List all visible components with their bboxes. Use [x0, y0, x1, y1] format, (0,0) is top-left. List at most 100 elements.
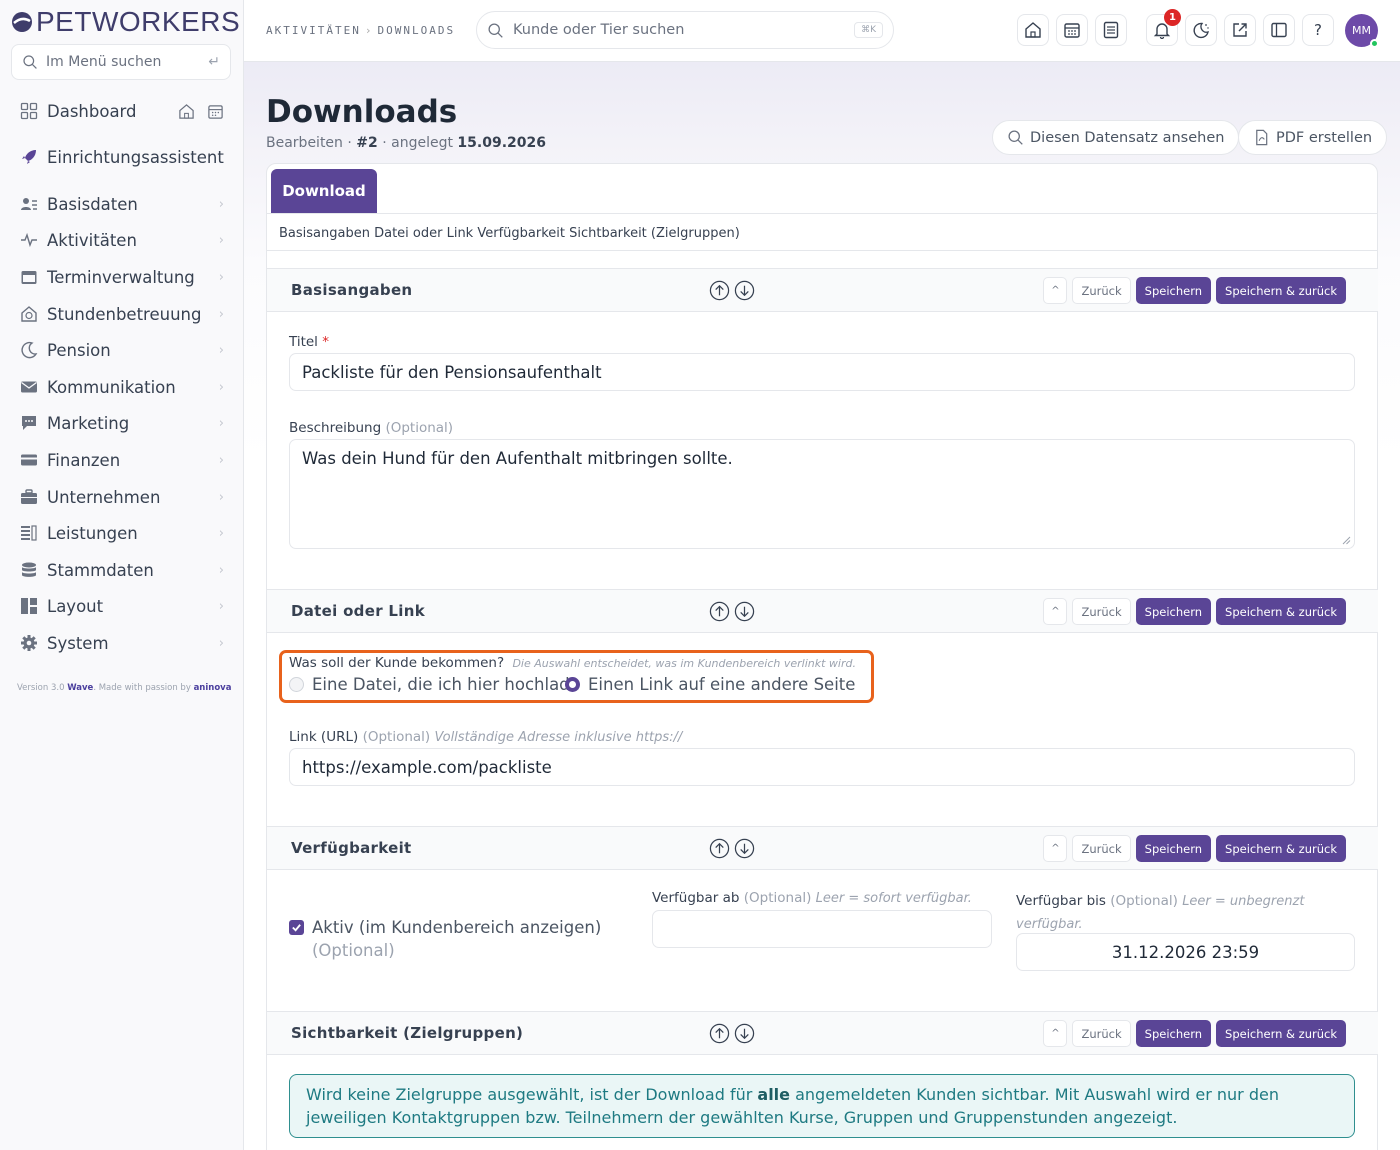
available-from-input[interactable]	[652, 910, 992, 948]
breadcrumb-separator: ›	[364, 24, 374, 37]
sidebar-item-unternehmen[interactable]: Unternehmen ›	[20, 483, 224, 511]
brand-logo[interactable]: PETWORKERS	[10, 6, 240, 38]
save-and-back-button[interactable]: Speichern & zurück	[1216, 277, 1346, 304]
sidebar: PETWORKERS Im Menü suchen ↵ Dashboard Ei…	[0, 0, 244, 1150]
active-label-text: Aktiv (im Kundenbereich anzeigen)	[312, 918, 602, 937]
save-button[interactable]: Speichern	[1135, 1020, 1212, 1047]
home-icon[interactable]	[178, 103, 195, 120]
sidebar-item-terminverwaltung[interactable]: Terminverwaltung ›	[20, 263, 224, 291]
arrow-up-circle-icon[interactable]	[709, 838, 730, 859]
arrow-down-circle-icon[interactable]	[734, 1023, 755, 1044]
optional-hint: (Optional)	[743, 890, 812, 906]
menu-search-input[interactable]: Im Menü suchen ↵	[11, 44, 231, 80]
link-url-input[interactable]: https://example.com/packliste	[289, 748, 1355, 786]
available-from-hint: Leer = sofort verfügbar.	[815, 891, 972, 906]
user-avatar[interactable]: MM	[1345, 14, 1379, 48]
view-record-button[interactable]: Diesen Datensatz ansehen	[992, 120, 1240, 155]
theme-toggle-button[interactable]	[1185, 14, 1217, 46]
active-checkbox-label[interactable]: Aktiv (im Kundenbereich anzeigen) (Optio…	[312, 916, 612, 962]
sidebar-item-einrichtungsassistent[interactable]: Einrichtungsassistent	[20, 143, 224, 171]
arrow-up-circle-icon[interactable]	[709, 280, 730, 301]
back-button[interactable]: Zurück	[1072, 835, 1131, 862]
activity-icon	[20, 231, 38, 249]
radio-circle-selected[interactable]	[565, 677, 580, 692]
tab-download[interactable]: Download	[271, 169, 377, 213]
save-and-back-button[interactable]: Speichern & zurück	[1216, 598, 1346, 625]
back-button[interactable]: Zurück	[1072, 277, 1131, 304]
list-icon	[20, 524, 38, 542]
calendar-icon[interactable]	[207, 103, 224, 120]
available-until-label-text: Verfügbar bis	[1016, 893, 1106, 909]
collapse-button[interactable]: ^	[1043, 835, 1068, 862]
sidebar-item-system[interactable]: System ›	[20, 629, 224, 657]
save-button[interactable]: Speichern	[1135, 598, 1212, 625]
section-anchor-links[interactable]: Basisangaben Datei oder Link Verfügbarke…	[279, 226, 740, 241]
save-button[interactable]: Speichern	[1135, 835, 1212, 862]
sidebar-item-label: Dashboard	[47, 101, 137, 121]
brand-name: PETWORKERS	[36, 6, 241, 37]
save-and-back-button[interactable]: Speichern & zurück	[1216, 1020, 1346, 1047]
sidebar-item-leistungen[interactable]: Leistungen ›	[20, 519, 224, 547]
arrow-up-circle-icon[interactable]	[709, 1023, 730, 1044]
save-and-back-button[interactable]: Speichern & zurück	[1216, 835, 1346, 862]
description-textarea[interactable]: Was dein Hund für den Aufenthalt mitbrin…	[289, 439, 1355, 549]
notes-button[interactable]	[1095, 14, 1127, 46]
sidebar-item-stammdaten[interactable]: Stammdaten ›	[20, 556, 224, 584]
envelope-icon	[20, 378, 38, 396]
radio-external-link[interactable]: Einen Link auf eine andere Seite	[565, 675, 855, 694]
radio-circle[interactable]	[289, 677, 304, 692]
arrow-down-circle-icon[interactable]	[734, 838, 755, 859]
arrow-down-circle-icon[interactable]	[734, 280, 755, 301]
sidebar-item-layout[interactable]: Layout ›	[20, 592, 224, 620]
sidebar-item-aktivitaeten[interactable]: Aktivitäten ›	[20, 226, 224, 254]
sidebar-item-label: Pension	[47, 340, 111, 360]
arrow-down-circle-icon[interactable]	[734, 601, 755, 622]
breadcrumb-item[interactable]: DOWNLOADS	[377, 24, 455, 37]
house-clock-icon	[20, 305, 38, 323]
sidebar-toggle-button[interactable]	[1263, 14, 1295, 46]
sidebar-item-pension[interactable]: Pension ›	[20, 336, 224, 364]
help-icon: ?	[1314, 21, 1322, 39]
section-title: Datei oder Link	[291, 602, 425, 620]
global-search-input[interactable]: Kunde oder Tier suchen ⌘K	[476, 11, 894, 49]
active-checkbox[interactable]	[289, 920, 304, 935]
chevron-right-icon: ›	[218, 635, 224, 651]
available-until-input[interactable]: 31.12.2026 23:59	[1016, 933, 1355, 971]
collapse-button[interactable]: ^	[1043, 277, 1068, 304]
collapse-button[interactable]: ^	[1043, 598, 1068, 625]
sidebar-item-kommunikation[interactable]: Kommunikation ›	[20, 373, 224, 401]
sidebar-item-finanzen[interactable]: Finanzen ›	[20, 446, 224, 474]
made-by-link[interactable]: aninova	[194, 683, 232, 693]
sidebar-item-stundenbetreuung[interactable]: Stundenbetreuung ›	[20, 300, 224, 328]
breadcrumb-item[interactable]: AKTIVITÄTEN	[266, 24, 361, 37]
home-button[interactable]	[1017, 14, 1049, 46]
resize-handle-icon[interactable]	[1342, 536, 1351, 545]
back-button[interactable]: Zurück	[1072, 1020, 1131, 1047]
menu-search-placeholder: Im Menü suchen	[46, 54, 162, 70]
title-input[interactable]: Packliste für den Pensionsaufenthalt	[289, 353, 1355, 391]
back-button[interactable]: Zurück	[1072, 598, 1131, 625]
version-name[interactable]: Wave	[67, 683, 93, 693]
sidebar-item-dashboard[interactable]: Dashboard	[20, 97, 224, 125]
calendar-button[interactable]	[1056, 14, 1088, 46]
help-button[interactable]: ?	[1302, 14, 1334, 46]
arrow-up-circle-icon[interactable]	[709, 601, 730, 622]
chevron-right-icon: ›	[218, 306, 224, 322]
sidebar-item-label: Stammdaten	[47, 560, 154, 580]
calendar-icon	[1064, 23, 1080, 38]
save-button[interactable]: Speichern	[1135, 277, 1212, 304]
available-until-label: Verfügbar bis (Optional) Leer = unbegren…	[1016, 890, 1336, 936]
sidebar-item-label: Layout	[47, 596, 104, 616]
visibility-info-alert: Wird keine Zielgruppe ausgewählt, ist de…	[289, 1074, 1355, 1138]
collapse-button[interactable]: ^	[1043, 1020, 1068, 1047]
sidebar-item-marketing[interactable]: Marketing ›	[20, 409, 224, 437]
radio-upload-file[interactable]: Eine Datei, die ich hier hochlade	[289, 675, 580, 694]
notifications-button[interactable]: 1	[1146, 9, 1181, 46]
pdf-button[interactable]: PDF erstellen	[1238, 120, 1388, 155]
sidebar-item-label: Leistungen	[47, 523, 138, 543]
made-with-text: . Made with passion by	[93, 683, 191, 693]
optional-hint: (Optional)	[385, 420, 454, 436]
section-title: Basisangaben	[291, 281, 413, 299]
sidebar-item-basisdaten[interactable]: Basisdaten ›	[20, 190, 224, 218]
external-link-button[interactable]	[1224, 14, 1256, 46]
